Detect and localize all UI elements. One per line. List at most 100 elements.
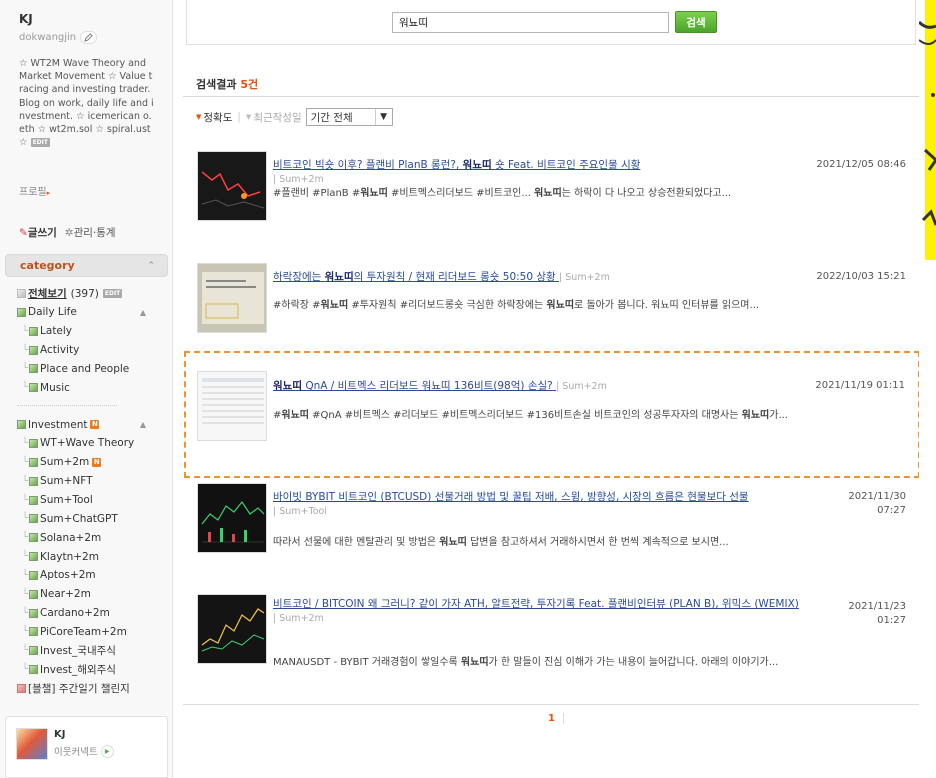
category-header[interactable]: category ⌃ [5, 254, 168, 277]
category-item[interactable]: └ Cardano+2m [17, 604, 167, 623]
category-item[interactable]: └ Music [17, 378, 167, 397]
write-button[interactable]: ✎글쓰기 [19, 225, 57, 240]
avatar[interactable] [16, 728, 48, 760]
pencil-icon [84, 33, 93, 42]
post-category[interactable]: | Sum+2m [559, 271, 610, 285]
page-number-current[interactable]: 1 [548, 713, 564, 724]
category-edit-tag[interactable]: EDIT [102, 289, 123, 298]
category-item[interactable]: └ Sum+Tool [17, 491, 167, 510]
main-content: 검색 검색결과 5건 ▼ 정확도 | ▼ 최근작성일 기간 전체 ▼ 비트코인 … [183, 0, 920, 778]
post-snippet: #워뇨띠 #QnA #비트멕스 #리더보드 #비트멕스리더보드 #136비트손실… [273, 410, 788, 421]
category-item[interactable]: └ Activity [17, 341, 167, 360]
category-item[interactable]: └ PiCoreTeam+2m [17, 623, 167, 642]
list-icon [17, 289, 26, 298]
category-item[interactable]: └ Sum+2m N [17, 453, 167, 472]
arrow-down-icon: ▼ [245, 113, 252, 121]
action-row: ✎글쓰기 ✲관리·통계 [19, 225, 116, 240]
post-title[interactable]: 비트코인 빅숏 이후? 플랜비 PlanB 롱런?, 워뇨띠 숏 Feat. 비… [273, 158, 688, 187]
sort-accuracy[interactable]: 정확도 [203, 110, 232, 125]
period-select[interactable]: 기간 전체 ▼ [305, 108, 393, 126]
tree-branch-icon: └ [22, 475, 29, 487]
neighbor-connect-link[interactable]: 이웃커넥트 ▶ [54, 744, 114, 758]
profile-link[interactable]: 프로필▸ [19, 183, 50, 198]
category-item[interactable]: └ Solana+2m [17, 528, 167, 547]
table-thumbnail-icon [198, 372, 266, 440]
post-title[interactable]: 바이빗 BYBIT 비트코인 (BTCUSD) 선물거래 방법 및 꿀팁 저배,… [273, 490, 813, 519]
post-date: 2021/11/19 01:11 [815, 380, 905, 391]
folder-icon [17, 420, 26, 430]
chevron-down-icon: ▼ [374, 109, 392, 125]
manage-button[interactable]: ✲관리·통계 [65, 225, 116, 240]
category-icon [29, 364, 39, 374]
arrow-down-icon: ▼ [196, 113, 202, 121]
post-thumbnail[interactable] [197, 483, 267, 553]
list-icon [17, 683, 26, 693]
result-header: 검색결과 5건 [196, 78, 259, 91]
pencil-icon: ✎ [19, 227, 28, 239]
post-thumbnail[interactable] [197, 594, 267, 664]
profile-id: dokwangjin [19, 32, 77, 43]
post-date: 2021/11/23 01:27 [848, 601, 906, 626]
sort-recent[interactable]: 최근작성일 [253, 110, 301, 125]
category-item[interactable]: └ Invest_국내주식 [17, 641, 167, 660]
tree-branch-icon: └ [22, 363, 29, 375]
folder-icon [17, 307, 26, 317]
tree-branch-icon: └ [22, 626, 29, 638]
document-thumbnail-icon [198, 264, 266, 332]
caret-up-icon[interactable]: ⌃ [147, 261, 155, 271]
collapse-icon[interactable]: ▲ [140, 420, 146, 429]
category-divider [17, 405, 117, 407]
category-item[interactable]: └ Invest_해외주식 [17, 660, 167, 679]
profile-edit-tag[interactable]: EDIT [30, 138, 50, 148]
category-investment[interactable]: Investment N ▲ [17, 415, 167, 434]
post-title[interactable]: 비트코인 / BITCOIN 왜 그러니? 같이 가자 ATH, 알트전략, 투… [273, 597, 818, 626]
category-item[interactable]: └ Aptos+2m [17, 566, 167, 585]
post-category[interactable]: | Sum+2m [556, 380, 607, 394]
category-item[interactable]: └ Place and People [17, 360, 167, 379]
category-item[interactable]: └ Lately [17, 322, 167, 341]
post-thumbnail[interactable] [197, 371, 267, 441]
play-icon: ▶ [100, 744, 114, 758]
neighbor-name[interactable]: KJ [54, 729, 65, 740]
post-category[interactable]: | Sum+Tool [273, 505, 327, 519]
search-button[interactable]: 검색 [675, 11, 717, 33]
tree-branch-icon: └ [22, 344, 29, 356]
category-all[interactable]: 전체보기 (397) EDIT [17, 284, 167, 303]
search-input[interactable] [392, 12, 669, 33]
post-thumbnail[interactable] [197, 263, 267, 333]
category-icon [29, 345, 39, 355]
tree-branch-icon: └ [22, 588, 29, 600]
category-icon [29, 438, 39, 448]
post-title[interactable]: 하락장에는 워뇨띠의 투자원칙 / 현재 리더보드 롱숏 50:50 상황 | … [273, 270, 688, 285]
tree-branch-icon: └ [22, 325, 29, 337]
search-result-item: 비트코인 / BITCOIN 왜 그러니? 같이 가자 ATH, 알트전략, 투… [196, 593, 919, 673]
gear-icon: ✲ [64, 227, 74, 239]
post-date: 2022/10/03 15:21 [816, 271, 906, 282]
tree-branch-icon: └ [22, 569, 29, 581]
side-banner [919, 0, 936, 778]
category-item[interactable]: └ Sum+NFT [17, 472, 167, 491]
divider [183, 704, 919, 705]
category-item[interactable]: └ Near+2m [17, 585, 167, 604]
new-badge: N [90, 420, 100, 430]
tree-branch-icon: └ [22, 494, 29, 506]
tree-branch-icon: └ [22, 551, 29, 563]
category-item[interactable]: └ Sum+ChatGPT [17, 509, 167, 528]
category-item[interactable]: └ WT+Wave Theory [17, 434, 167, 453]
edit-nickname-button[interactable] [80, 31, 98, 44]
profile-description: ☆ WT2M Wave Theory and Market Movement ☆… [19, 58, 154, 149]
post-title[interactable]: 워뇨띠 QnA / 비트멕스 리더보드 워뇨띠 136비트(98억) 손실? |… [273, 379, 703, 394]
post-snippet: #하락장 #워뇨띠 #투자원칙 #리더보드롱숏 극심한 하락장에는 워뇨띠로 돌… [273, 300, 760, 311]
tree-branch-icon: └ [22, 437, 29, 449]
tree-branch-icon: └ [22, 532, 29, 544]
post-category[interactable]: | Sum+2m [273, 612, 324, 626]
search-result-item: 비트코인 빅숏 이후? 플랜비 PlanB 롱런?, 워뇨띠 숏 Feat. 비… [196, 150, 919, 230]
collapse-icon[interactable]: ▲ [140, 308, 146, 317]
category-closed-challenge[interactable]: [블챌] 주간일기 챌린지 [17, 679, 167, 698]
post-snippet: #플랜비 #PlanB #워뇨띠 #비트멕스리더보드 #비트코인... 워뇨띠는… [273, 188, 732, 199]
post-thumbnail[interactable] [197, 151, 267, 221]
category-icon [29, 326, 39, 336]
category-daily-life[interactable]: Daily Life ▲ [17, 303, 167, 322]
search-result-item: 바이빗 BYBIT 비트코인 (BTCUSD) 선물거래 방법 및 꿀팁 저배,… [196, 482, 919, 562]
category-item[interactable]: └ Klaytn+2m [17, 547, 167, 566]
